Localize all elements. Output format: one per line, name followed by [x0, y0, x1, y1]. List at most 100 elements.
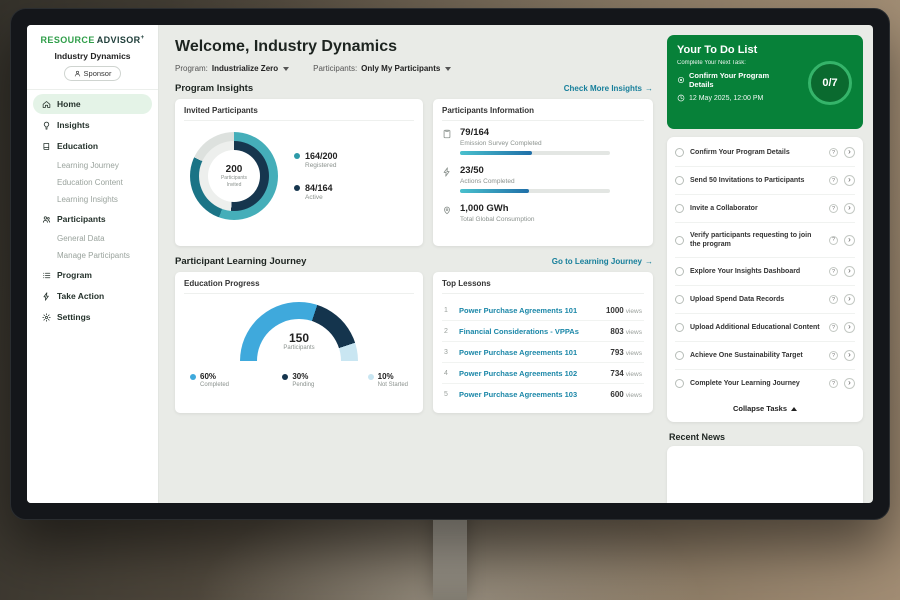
sidebar-item-home[interactable]: Home [33, 94, 152, 114]
progress-bar [460, 151, 610, 155]
chevron-right-icon[interactable]: › [844, 322, 855, 333]
task-row[interactable]: Complete Your Learning Journey ? › [675, 370, 855, 397]
sponsor-badge[interactable]: Sponsor [64, 66, 122, 81]
sidebar-item-take-action[interactable]: Take Action [33, 286, 152, 306]
learning-journey-header: Participant Learning Journey Go to Learn… [175, 256, 653, 267]
task-row[interactable]: Confirm Your Program Details ? › [675, 139, 855, 167]
list-icon [42, 271, 51, 280]
chevron-right-icon[interactable]: › [844, 235, 855, 246]
task-row[interactable]: Send 50 Invitations to Participants ? › [675, 167, 855, 195]
task-row[interactable]: Explore Your Insights Dashboard ? › [675, 258, 855, 286]
lesson-row: 2 Financial Considerations - VPPAs 803vi… [442, 321, 644, 342]
main-content: Welcome, Industry Dynamics Program: Indu… [159, 25, 665, 503]
sidebar-item-education[interactable]: Education [33, 136, 152, 156]
sidebar-item-general-data[interactable]: General Data [27, 230, 158, 247]
chevron-right-icon[interactable]: › [844, 350, 855, 361]
go-to-learning-journey-link[interactable]: Go to Learning Journey→ [552, 257, 653, 266]
legend-item: 164/200 Registered [294, 151, 338, 169]
legend-dot-pending [282, 374, 288, 380]
legend-item: 10% Not Started [368, 372, 408, 388]
progress-bar [460, 189, 610, 193]
task-row[interactable]: Upload Spend Data Records ? › [675, 286, 855, 314]
checkbox-circle[interactable] [675, 351, 684, 360]
section-title-learning-journey: Participant Learning Journey [175, 256, 306, 267]
help-icon[interactable]: ? [829, 236, 838, 245]
legend-item: 30% Pending [282, 372, 314, 388]
help-icon[interactable]: ? [829, 379, 838, 388]
logo-advisor: ADVISOR+ [97, 35, 145, 45]
lesson-link[interactable]: Power Purchase Agreements 103 [459, 390, 603, 399]
help-icon[interactable]: ? [829, 267, 838, 276]
task-list: Confirm Your Program Details ? › Send 50… [667, 137, 863, 422]
stat-row: 79/164 Emission Survey Completed [442, 127, 644, 155]
task-row[interactable]: Verify participants requesting to join t… [675, 223, 855, 258]
lesson-row: 3 Power Purchase Agreements 101 793views [442, 342, 644, 363]
checkbox-circle[interactable] [675, 204, 684, 213]
sidebar-item-insights[interactable]: Insights [33, 115, 152, 135]
lesson-link[interactable]: Power Purchase Agreements 101 [459, 306, 599, 315]
lesson-row: 4 Power Purchase Agreements 102 734views [442, 363, 644, 384]
chevron-down-icon [445, 67, 451, 71]
task-row[interactable]: Upload Additional Educational Content ? … [675, 314, 855, 342]
checkbox-circle[interactable] [675, 148, 684, 157]
sidebar-item-program[interactable]: Program [33, 265, 152, 285]
arrow-right-icon: → [645, 257, 653, 266]
section-title-program-insights: Program Insights [175, 83, 253, 94]
chevron-right-icon[interactable]: › [844, 203, 855, 214]
program-insights-header: Program Insights Check More Insights→ [175, 83, 653, 94]
chevron-right-icon[interactable]: › [844, 175, 855, 186]
checkbox-circle[interactable] [675, 176, 684, 185]
lesson-link[interactable]: Power Purchase Agreements 102 [459, 369, 603, 378]
checkbox-circle[interactable] [675, 236, 684, 245]
help-icon[interactable]: ? [829, 204, 838, 213]
program-insights-cards: Invited Participants 200 Participants In… [175, 99, 653, 246]
check-more-insights-link[interactable]: Check More Insights→ [564, 84, 653, 93]
help-icon[interactable]: ? [829, 148, 838, 157]
collapse-tasks-link[interactable]: Collapse Tasks [675, 397, 855, 418]
gear-icon [42, 313, 51, 322]
app-screen: RESOURCEADVISOR+ Industry Dynamics Spons… [27, 25, 873, 503]
learning-journey-cards: Education Progress 150 Participants [175, 272, 653, 413]
lesson-link[interactable]: Financial Considerations - VPPAs [459, 327, 603, 336]
sidebar-item-learning-journey[interactable]: Learning Journey [27, 157, 158, 174]
lesson-row: 5 Power Purchase Agreements 103 600views [442, 384, 644, 404]
clock-icon [677, 94, 685, 102]
donut-center-label: Participants Invited [216, 175, 252, 188]
people-icon [42, 215, 51, 224]
sidebar-item-education-content[interactable]: Education Content [27, 174, 158, 191]
chevron-right-icon[interactable]: › [844, 147, 855, 158]
participants-filter[interactable]: Participants: Only My Participants [313, 64, 451, 73]
legend-item: 60% Completed [190, 372, 229, 388]
home-icon [42, 100, 51, 109]
clipboard-icon [442, 127, 452, 139]
sidebar-item-participants[interactable]: Participants [33, 209, 152, 229]
sidebar-item-manage-participants[interactable]: Manage Participants [27, 247, 158, 264]
lesson-row: 1 Power Purchase Agreements 101 1000view… [442, 300, 644, 321]
checkbox-circle[interactable] [675, 323, 684, 332]
chevron-right-icon[interactable]: › [844, 294, 855, 305]
task-row[interactable]: Achieve One Sustainability Target ? › [675, 342, 855, 370]
donut-legend: 164/200 Registered 84/164 Active [294, 151, 338, 201]
help-icon[interactable]: ? [829, 323, 838, 332]
todo-progress-ring: 0/7 [808, 61, 852, 105]
sidebar-item-learning-insights[interactable]: Learning Insights [27, 191, 158, 208]
checkbox-circle[interactable] [675, 379, 684, 388]
help-icon[interactable]: ? [829, 351, 838, 360]
chevron-up-icon [791, 407, 797, 411]
app-logo: RESOURCEADVISOR+ [27, 35, 158, 50]
legend-item: 84/164 Active [294, 183, 338, 201]
sidebar-item-settings[interactable]: Settings [33, 307, 152, 327]
checkbox-circle[interactable] [675, 295, 684, 304]
help-icon[interactable]: ? [829, 295, 838, 304]
program-filter[interactable]: Program: Industrialize Zero [175, 64, 289, 73]
lesson-link[interactable]: Power Purchase Agreements 101 [459, 348, 603, 357]
legend-dot-registered [294, 153, 300, 159]
chevron-down-icon [283, 67, 289, 71]
chevron-right-icon[interactable]: › [844, 266, 855, 277]
task-row[interactable]: Invite a Collaborator ? › [675, 195, 855, 223]
recent-news-title: Recent News [669, 432, 861, 442]
chevron-right-icon[interactable]: › [844, 378, 855, 389]
checkbox-circle[interactable] [675, 267, 684, 276]
invited-participants-card: Invited Participants 200 Participants In… [175, 99, 423, 246]
help-icon[interactable]: ? [829, 176, 838, 185]
